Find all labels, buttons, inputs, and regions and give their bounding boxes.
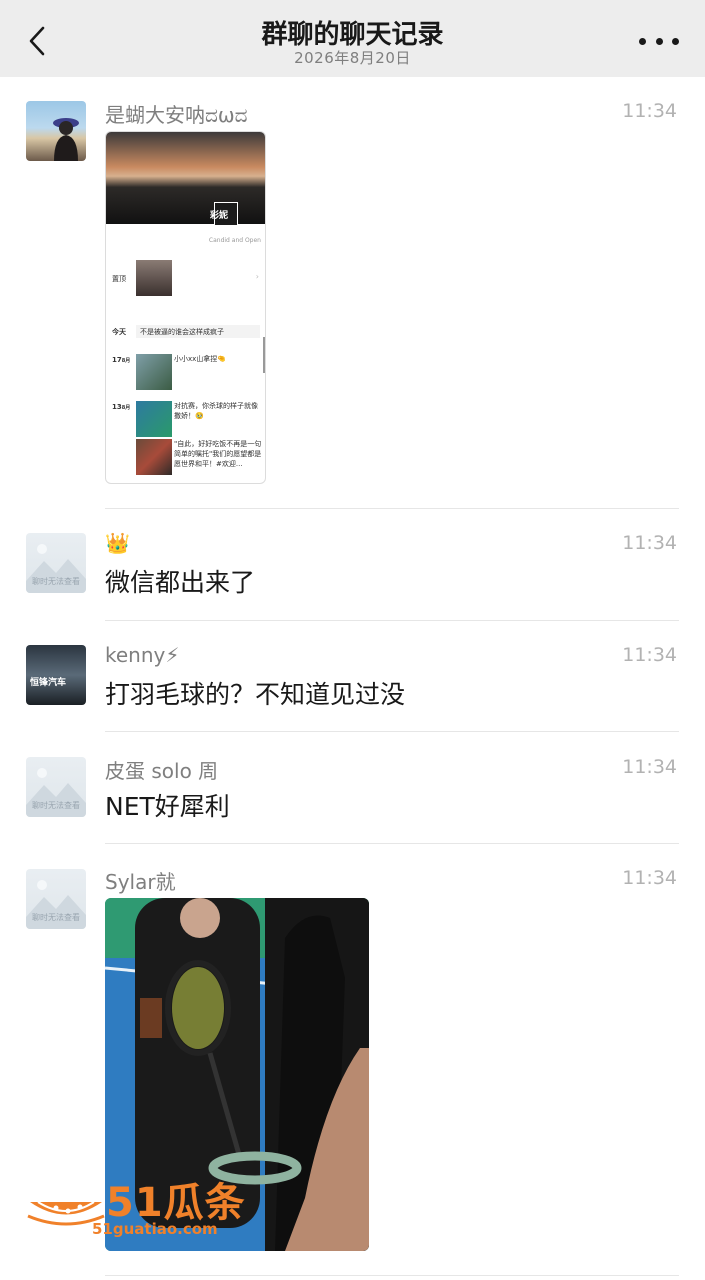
image-message[interactable]: 彩妮 Candid and Open 置顶 › 今天 不是被逼的谁会这样成疯子 … xyxy=(105,131,266,484)
avatar-placeholder[interactable]: 聊时无法查看 xyxy=(26,533,86,593)
watermark-url: 51guatiao.com xyxy=(92,1220,218,1238)
avatar[interactable]: 恒锋汽车 xyxy=(26,645,86,705)
thumbnail-image xyxy=(136,401,172,437)
placeholder-caption: 聊时无法查看 xyxy=(32,913,80,922)
sender-name: kenny⚡ xyxy=(105,643,180,667)
thumbnail-row: 178月 xyxy=(112,356,131,364)
thumbnail-row-text: "自此，好好吃饭不再是一句简单的嘱托"我们的愿望都是愿世界和平！#欢迎... xyxy=(174,440,262,468)
avatar-placeholder[interactable]: 聊时无法查看 xyxy=(26,757,86,817)
message-text: 微信都出来了 xyxy=(105,568,256,597)
thumbnail-pinned-image xyxy=(136,260,172,296)
divider xyxy=(105,620,679,621)
sender-name: 👑 xyxy=(105,531,130,555)
divider xyxy=(105,843,679,844)
sender-name: 皮蛋 solo 周 xyxy=(105,759,219,783)
avatar-text: 恒锋汽车 xyxy=(30,678,67,688)
divider xyxy=(105,731,679,732)
thumbnail-scrollbar xyxy=(263,337,265,373)
message-time: 11:34 xyxy=(622,532,677,554)
thumbnail-row-text: 小小xx山拿捏🤏 xyxy=(174,355,227,363)
avatar-placeholder[interactable]: 聊时无法查看 xyxy=(26,869,86,929)
thumbnail-image xyxy=(136,439,172,475)
avatar-figure-icon xyxy=(53,118,79,161)
thumbnail-cover xyxy=(106,132,265,224)
thumbnail-row: 置顶 xyxy=(112,275,126,283)
placeholder-caption: 聊时无法查看 xyxy=(32,801,80,810)
message-time: 11:34 xyxy=(622,756,677,778)
thumbnail-image xyxy=(136,354,172,390)
message-text: 打羽毛球的？不知道见过没 xyxy=(105,680,406,709)
sender-name: 是蝴大安呐ದωದ xyxy=(105,103,248,127)
thumbnail-brand: 彩妮 xyxy=(210,211,229,221)
watermark: 51瓜条 51guatiao.com xyxy=(26,1168,256,1244)
sender-name: Sylar就 xyxy=(105,870,176,894)
message-item: 聊时无法查看 Sylar就 11:34 xyxy=(0,0,705,1251)
thumbnail-row-text: 不是被逼的谁会这样成疯子 xyxy=(136,325,260,338)
avatar[interactable] xyxy=(26,101,86,161)
thumbnail-row: 今天 xyxy=(112,328,126,336)
divider xyxy=(105,508,679,509)
message-time: 11:34 xyxy=(622,644,677,666)
thumbnail-row: 138月 xyxy=(112,403,131,411)
placeholder-caption: 聊时无法查看 xyxy=(32,577,80,586)
message-time: 11:34 xyxy=(622,100,677,122)
divider xyxy=(105,1275,679,1276)
message-time: 11:34 xyxy=(622,867,677,889)
thumbnail-tagline: Candid and Open xyxy=(208,237,261,244)
message-text: NET好犀利 xyxy=(105,792,230,821)
thumbnail-row-text: 对抗赛，你杀球的样子就像撒娇！🥹 xyxy=(174,402,258,420)
